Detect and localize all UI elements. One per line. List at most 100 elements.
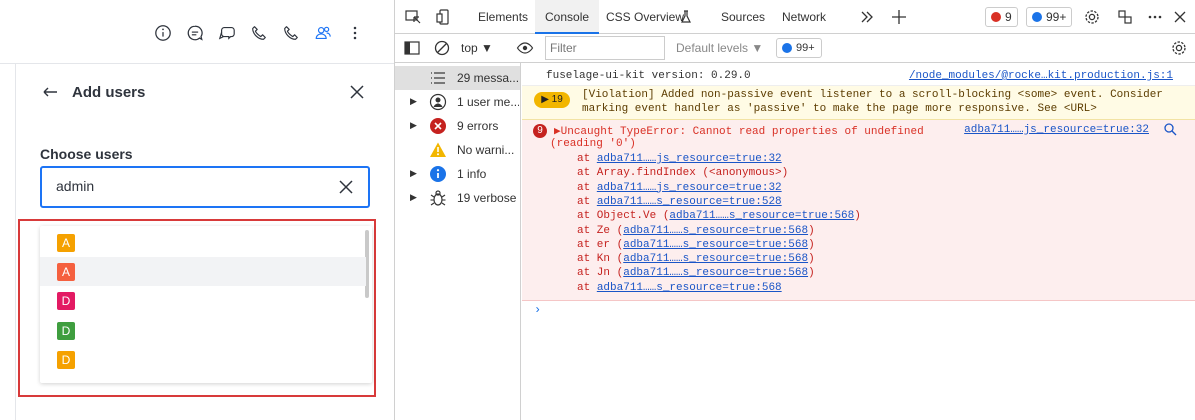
expand-arrow-icon[interactable]: ▶ [410,168,417,179]
error-text[interactable]: ▶Uncaught TypeError: Cannot read propert… [554,124,924,138]
stack-frame-link[interactable]: adba711……s_resource=true:568 [623,267,808,279]
more-tabs-icon[interactable] [857,7,877,27]
left-gutter [0,64,16,420]
stack-frame-text: at Array.findIndex (<anonymous>) [577,167,789,180]
context-value: top [461,41,478,55]
source-link[interactable]: adba711……js_resource=true:32 [964,124,1149,136]
call-icon[interactable] [280,22,302,44]
tab-console[interactable]: Console [535,0,600,34]
user-option[interactable]: D [40,345,366,374]
avatar: A [57,263,75,281]
kebab-menu-icon[interactable] [344,22,366,44]
bug-icon [429,189,447,207]
message-text: marking event handler as 'passive' to ma… [582,103,1097,115]
stack-frame: at Object.Ve (adba711……s_resource=true:5… [577,210,861,222]
sidebar-label: 1 info [457,167,487,181]
filter-input[interactable]: Filter [545,36,665,60]
sidebar-label: 1 user me... [457,95,519,109]
add-tab-icon[interactable] [889,7,909,27]
customize-icon[interactable] [1115,7,1135,27]
user-option[interactable]: D [40,286,366,315]
stack-frame-link[interactable]: adba711……s_resource=true:568 [623,239,808,251]
warning-icon [429,141,447,159]
info-icon [429,165,447,183]
stack-frame-link[interactable]: adba711……js_resource=true:32 [597,153,782,165]
stack-frame-text: ) [808,267,815,280]
sidebar-item-warnings[interactable]: No warni... [395,138,520,162]
stack-frame-text: at er ( [577,238,624,251]
back-arrow-icon[interactable] [40,82,60,102]
stack-frame-text: at [577,195,597,208]
avatar: D [57,322,75,340]
stack-frame: at adba711……js_resource=true:32 [577,153,782,165]
stack-frame-link[interactable]: adba711……s_resource=true:568 [669,210,854,222]
context-selector[interactable]: top ▼ [461,38,493,58]
tab-network[interactable]: Network [782,0,826,34]
discussions-icon[interactable] [216,22,238,44]
tab-sources[interactable]: Sources [721,0,765,34]
info-icon[interactable] [152,22,174,44]
error-count-badge[interactable]: 9 [985,7,1018,27]
stack-frame-text: at [577,181,597,194]
room-toolbar [0,0,394,64]
warn-count: 19 [551,94,563,105]
repeat-count-badge: ▶ 19 [534,92,570,108]
screen: Add users Choose users A A D D D Element… [0,0,1195,420]
stack-frame-link[interactable]: adba711……s_resource=true:568 [597,282,782,294]
list-icon [429,69,447,87]
console-prompt[interactable]: › [534,303,541,317]
stack-frame: at Jn (adba711……s_resource=true:568) [577,267,815,279]
threads-icon[interactable] [184,22,206,44]
expand-arrow-icon[interactable]: ▶ [410,120,417,131]
stack-frame-text: at [577,153,597,165]
stack-frame-link[interactable]: adba711……s_resource=true:568 [623,253,808,265]
console-message-error[interactable]: 9 ▶Uncaught TypeError: Cannot read prope… [522,120,1195,301]
clear-icon[interactable] [338,179,354,195]
clear-console-icon[interactable] [432,38,452,58]
more-options-icon[interactable] [1145,7,1165,27]
source-link[interactable]: /node_modules/@rocke…kit.production.js:1 [909,70,1173,82]
sidebar-item-user-messages[interactable]: ▶ 1 user me... [395,90,520,114]
sidebar-item-verbose[interactable]: ▶ 19 verbose [395,186,520,210]
members-icon[interactable] [312,22,334,44]
stack-frame-text: ) [808,253,815,266]
user-option[interactable]: A [40,257,366,286]
user-search-field[interactable] [40,166,370,208]
stack-frame-text: at Ze ( [577,224,624,237]
log-levels-dropdown[interactable]: Default levels ▼ [676,38,763,58]
user-search-input[interactable] [56,178,316,194]
user-option[interactable]: D [40,316,366,345]
tab-elements[interactable]: Elements [478,0,528,34]
close-devtools-icon[interactable] [1170,7,1190,27]
inspect-icon[interactable] [403,7,423,27]
stack-frame-link[interactable]: adba711……s_resource=true:528 [597,196,782,208]
stack-frame: at adba711……s_resource=true:528 [577,196,782,208]
close-icon[interactable] [348,83,366,101]
sidebar-item-errors[interactable]: ▶ 9 errors [395,114,520,138]
message-count-badge[interactable]: 99+ [1026,7,1073,27]
avatar: A [57,234,75,252]
stack-frame-link[interactable]: adba711……js_resource=true:32 [597,182,782,194]
tab-css-overview[interactable]: CSS Overview [606,0,684,34]
issues-count: 99+ [796,42,815,54]
issues-badge[interactable]: 99+ [776,38,822,58]
stack-frame-text: ) [808,224,815,237]
error-count: 9 [1005,10,1012,24]
sidebar-item-messages[interactable]: 29 messa... [395,66,520,90]
console-output: fuselage-ui-kit version: 0.29.0 /node_mo… [522,63,1195,420]
settings-gear-icon[interactable] [1082,7,1102,27]
stack-frame: at Array.findIndex (<anonymous>) [577,167,788,179]
stack-frame-text: at Object.Ve ( [577,210,670,223]
device-toolbar-icon[interactable] [435,7,455,27]
user-option[interactable]: A [40,228,366,257]
sidebar-toggle-icon[interactable] [402,38,422,58]
expand-arrow-icon[interactable]: ▶ [410,192,417,203]
console-settings-gear-icon[interactable] [1169,38,1189,58]
sidebar-item-info[interactable]: ▶ 1 info [395,162,520,186]
search-icon[interactable] [1163,122,1177,136]
expand-arrow-icon[interactable]: ▶ [410,96,417,107]
phone-icon[interactable] [248,22,270,44]
stack-frame-link[interactable]: adba711……s_resource=true:568 [623,225,808,237]
stack-frame: at Kn (adba711……s_resource=true:568) [577,253,815,265]
eye-icon[interactable] [515,38,535,58]
